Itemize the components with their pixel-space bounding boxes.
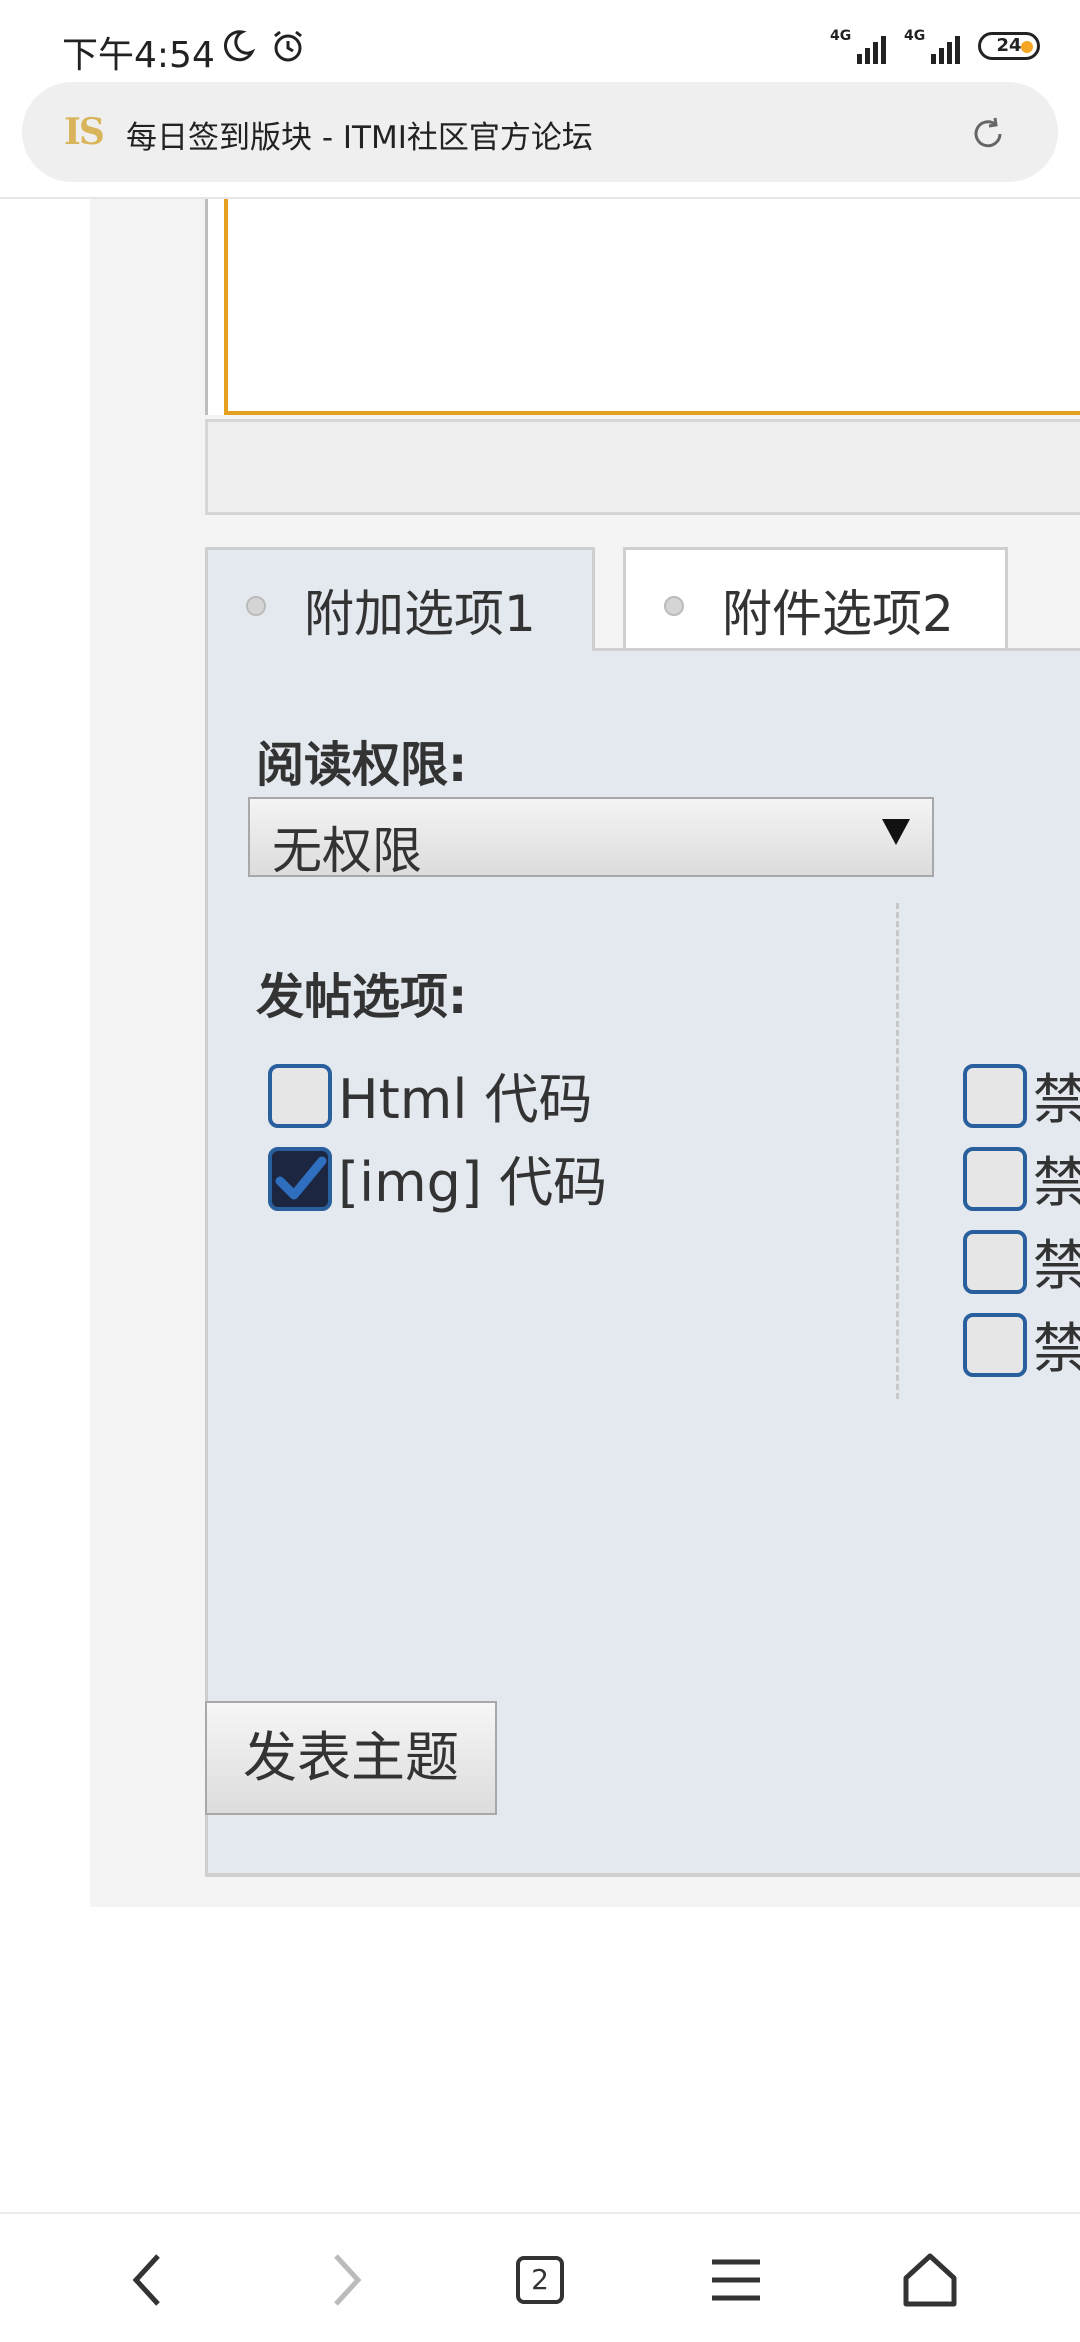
page-content: 附加选项1 附件选项2 阅读权限: 无权限 发帖选项: Html 代码 [img… xyxy=(90,199,1080,1907)
disable-option-checkbox[interactable] xyxy=(963,1147,1027,1211)
home-icon[interactable] xyxy=(890,2248,970,2312)
address-bar[interactable]: IS 每日签到版块 - ITMI社区官方论坛 xyxy=(22,82,1058,182)
page-title[interactable]: 每日签到版块 - ITMI社区官方论坛 xyxy=(126,112,593,157)
disable-option-label: 禁 xyxy=(1033,1151,1080,1214)
disable-option-checkbox[interactable] xyxy=(963,1313,1027,1377)
disable-option-label: 禁 xyxy=(1033,1234,1080,1297)
tab-count: 2 xyxy=(516,2256,564,2304)
checkmark-icon xyxy=(275,1156,327,1200)
read-permission-label: 阅读权限: xyxy=(256,737,468,793)
read-permission-select[interactable]: 无权限 xyxy=(248,797,934,880)
tab-label: 附加选项1 xyxy=(304,585,536,643)
back-icon[interactable] xyxy=(108,2248,188,2312)
select-value: 无权限 xyxy=(272,822,422,880)
tab-extra-options-1[interactable]: 附加选项1 xyxy=(205,547,595,655)
html-code-label: Html 代码 xyxy=(338,1068,593,1131)
signal-label: 4G xyxy=(830,28,852,44)
editor-status-bar xyxy=(205,419,1080,515)
submit-post-button[interactable]: 发表主题 xyxy=(205,1701,497,1815)
editor-textarea[interactable] xyxy=(224,199,1080,415)
signal-label: 4G xyxy=(904,28,926,44)
post-options-label: 发帖选项: xyxy=(256,969,468,1025)
alarm-icon xyxy=(270,28,306,68)
column-divider xyxy=(896,903,899,1399)
bullet-icon xyxy=(246,596,266,616)
html-code-checkbox[interactable] xyxy=(268,1064,332,1128)
site-favicon: IS xyxy=(64,111,105,153)
moon-icon xyxy=(220,28,256,68)
disable-option-label: 禁 xyxy=(1033,1317,1080,1380)
bullet-icon xyxy=(664,596,684,616)
disable-option-label: 禁 xyxy=(1033,1068,1080,1131)
bottom-navigation: 2 xyxy=(0,2212,1080,2342)
options-panel: 阅读权限: 无权限 发帖选项: Html 代码 [img] 代码 禁 禁 禁 禁 xyxy=(205,651,1080,1877)
signal-icon: 4G xyxy=(904,28,960,64)
signal-icon: 4G xyxy=(830,28,886,64)
battery-icon: 24 xyxy=(978,32,1040,60)
dropdown-arrow-icon xyxy=(882,819,910,845)
img-code-checkbox[interactable] xyxy=(268,1147,332,1211)
battery-level: 24 xyxy=(996,35,1022,56)
tab-attachment-options-2[interactable]: 附件选项2 xyxy=(623,547,1008,651)
disable-option-checkbox[interactable] xyxy=(963,1064,1027,1128)
forward-icon[interactable] xyxy=(306,2248,386,2312)
status-time: 下午4:54 xyxy=(62,35,215,76)
disable-option-checkbox[interactable] xyxy=(963,1230,1027,1294)
menu-icon[interactable] xyxy=(696,2248,776,2312)
tab-label: 附件选项2 xyxy=(722,585,954,643)
tabs-button[interactable]: 2 xyxy=(500,2248,580,2312)
status-bar: 下午4:54 4G 4G 24 xyxy=(0,0,1080,80)
reload-icon[interactable] xyxy=(968,114,1008,158)
post-editor[interactable] xyxy=(205,199,1080,415)
img-code-label: [img] 代码 xyxy=(338,1151,608,1214)
